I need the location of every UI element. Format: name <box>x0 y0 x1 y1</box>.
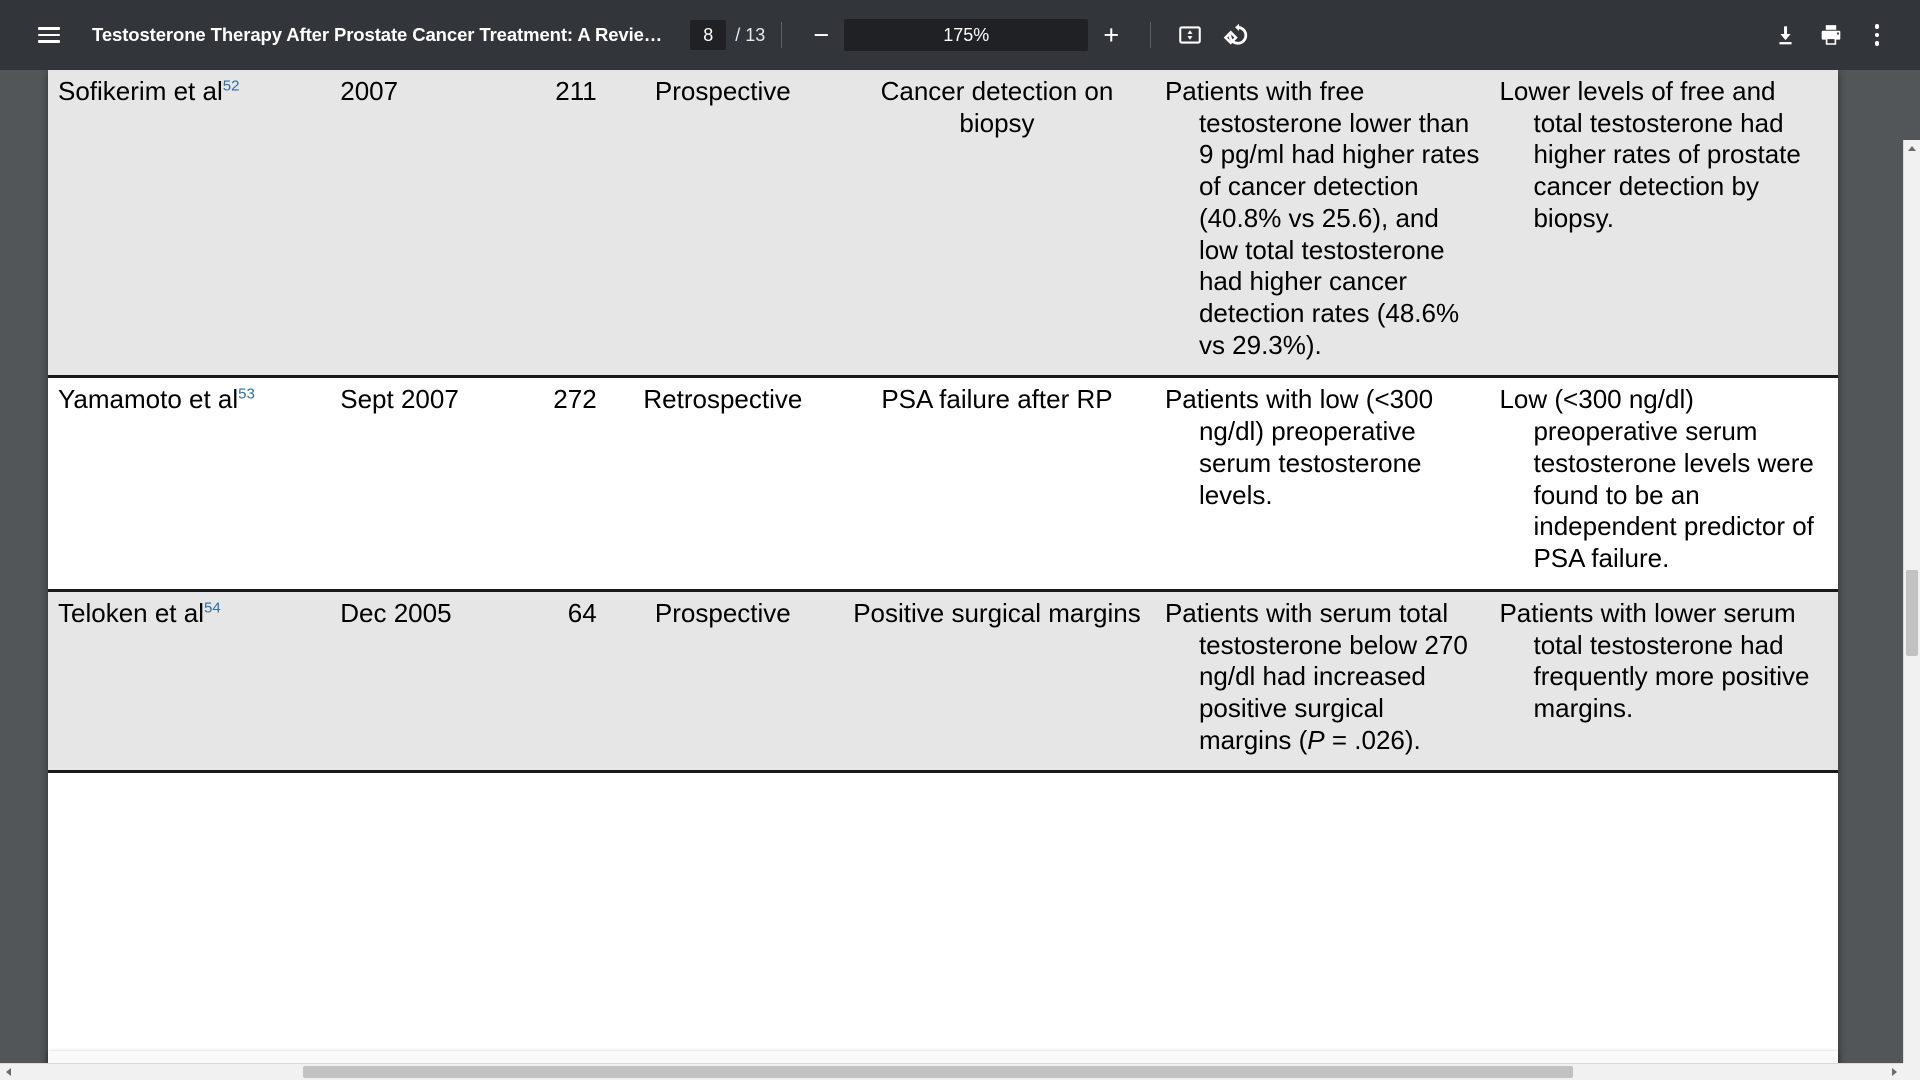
scroll-left-arrow-icon <box>6 1068 11 1076</box>
cell-population: Patients with low (<300 ng/dl) preoperat… <box>1154 376 1490 592</box>
cell-study-design: Prospective <box>606 70 839 379</box>
cell-findings: Lower levels of free and total testoster… <box>1489 70 1838 379</box>
reference-marker[interactable]: 54 <box>204 599 221 616</box>
pdf-viewer-toolbar: Testosterone Therapy After Prostate Canc… <box>0 0 1920 70</box>
page-navigation-group: / 13 <box>690 20 765 50</box>
scroll-up-arrow-icon <box>1908 146 1916 151</box>
cell-year: Sept 2007 <box>330 376 517 592</box>
print-button[interactable] <box>1808 12 1854 58</box>
scroll-up-button[interactable] <box>1904 140 1920 157</box>
findings-text: Low (<300 ng/dl) preoperative serum test… <box>1499 384 1814 574</box>
scroll-right-button[interactable] <box>1886 1064 1903 1080</box>
population-text: Patients with free testosterone lower th… <box>1164 76 1480 360</box>
cell-year: Dec 2005 <box>330 590 517 774</box>
cell-author: Teloken et al54 <box>48 590 331 774</box>
cell-study-design: Prospective <box>606 590 839 774</box>
cell-endpoint: Cancer detection on biopsy <box>839 70 1155 379</box>
fit-to-page-button[interactable] <box>1167 12 1213 58</box>
print-icon <box>1821 25 1841 45</box>
population-text: Patients with low (<300 ng/dl) preoperat… <box>1164 384 1434 510</box>
vertical-scrollbar[interactable] <box>1903 140 1920 1080</box>
rotate-button[interactable] <box>1213 12 1259 58</box>
scrollbar-corner <box>1903 1063 1920 1080</box>
cell-author: Sofikerim et al52 <box>48 70 331 379</box>
zoom-out-button[interactable]: − <box>798 12 844 58</box>
cell-patient-count: 64 <box>516 590 607 774</box>
horizontal-scrollbar-thumb[interactable] <box>303 1066 1573 1078</box>
cell-findings: Patients with lower serum total testoste… <box>1489 590 1838 774</box>
cell-population: Patients with serum total testosterone b… <box>1154 590 1490 774</box>
studies-table: Sofikerim et al52 2007 211 Prospective C… <box>48 70 1838 774</box>
plus-icon: + <box>1103 19 1120 50</box>
zoom-controls-group: − + <box>798 12 1134 58</box>
more-options-button[interactable] <box>1854 12 1900 58</box>
population-text-post: = .026). <box>1324 724 1421 755</box>
table-row: Teloken et al54 Dec 2005 64 Prospective … <box>48 590 1838 774</box>
author-name: Teloken et al <box>58 597 204 628</box>
reference-marker[interactable]: 53 <box>238 386 255 403</box>
cell-patient-count: 211 <box>516 70 607 379</box>
toolbar-actions-group <box>1762 12 1900 58</box>
sidebar-toggle-button[interactable] <box>26 12 72 58</box>
page-count-label: / 13 <box>735 24 766 45</box>
cell-year: 2007 <box>330 70 517 379</box>
horizontal-scrollbar[interactable] <box>0 1063 1903 1080</box>
scroll-right-arrow-icon <box>1892 1068 1897 1076</box>
download-button[interactable] <box>1762 12 1808 58</box>
table-row: Yamamoto et al53 Sept 2007 272 Retrospec… <box>48 376 1838 592</box>
document-title: Testosterone Therapy After Prostate Canc… <box>92 24 663 45</box>
cell-study-design: Retrospective <box>606 376 839 592</box>
hamburger-menu-icon <box>38 27 60 43</box>
pdf-viewer-area[interactable]: Sofikerim et al52 2007 211 Prospective C… <box>0 70 1920 1080</box>
download-icon <box>1778 25 1792 44</box>
author-name: Sofikerim et al <box>58 76 223 106</box>
cell-patient-count: 272 <box>516 376 607 592</box>
fit-to-page-icon <box>1179 26 1202 44</box>
cell-endpoint: PSA failure after RP <box>839 376 1155 592</box>
minus-icon: − <box>813 19 830 50</box>
cell-population: Patients with free testosterone lower th… <box>1154 70 1490 379</box>
rotate-counterclockwise-icon <box>1223 23 1248 45</box>
pdf-page-9-preview <box>48 1051 1838 1063</box>
toolbar-divider-2 <box>1150 22 1152 48</box>
reference-marker[interactable]: 52 <box>223 77 240 94</box>
table-row: Sofikerim et al52 2007 211 Prospective C… <box>48 70 1838 379</box>
zoom-level-input[interactable] <box>844 19 1089 51</box>
findings-text: Patients with lower serum total testoste… <box>1499 597 1810 723</box>
pdf-page-8: Sofikerim et al52 2007 211 Prospective C… <box>48 70 1838 1070</box>
more-options-icon <box>1874 24 1880 46</box>
author-name: Yamamoto et al <box>58 384 239 415</box>
population-text: Patients with serum total testosterone b… <box>1165 598 1480 757</box>
p-value-symbol: P <box>1307 724 1325 755</box>
cell-endpoint: Positive surgical margins <box>839 590 1155 774</box>
scroll-left-button[interactable] <box>0 1064 17 1080</box>
page-number-input[interactable] <box>690 20 727 50</box>
cell-author: Yamamoto et al53 <box>48 376 331 592</box>
cell-findings: Low (<300 ng/dl) preoperative serum test… <box>1489 376 1838 592</box>
findings-text: Lower levels of free and total testoster… <box>1499 76 1801 233</box>
toolbar-divider-1 <box>781 22 783 48</box>
vertical-scrollbar-thumb[interactable] <box>1906 570 1918 656</box>
zoom-in-button[interactable]: + <box>1088 12 1134 58</box>
